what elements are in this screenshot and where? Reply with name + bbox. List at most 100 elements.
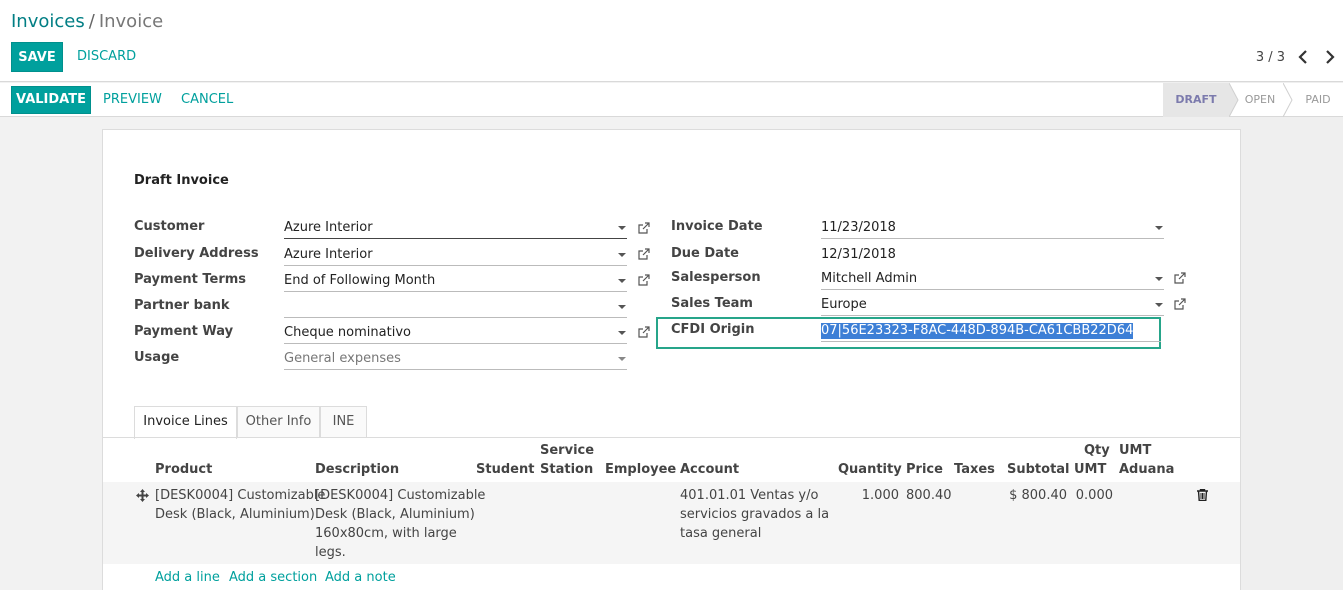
cell-product-line: [DESK0004] Customizable bbox=[155, 488, 326, 503]
breadcrumb: Invoices / Invoice bbox=[11, 11, 163, 32]
col-umt-aduana-header-line1[interactable]: UMT bbox=[1119, 441, 1151, 460]
cell-price: 800.40 bbox=[906, 488, 952, 503]
usage-label: Usage bbox=[134, 350, 180, 365]
payment-terms-field[interactable]: End of Following Month bbox=[284, 271, 627, 292]
col-employee-header[interactable]: Employee bbox=[605, 460, 676, 479]
tab-invoice-lines[interactable]: Invoice Lines bbox=[134, 406, 237, 439]
invoice-sheet: Draft Invoice Customer Azure Interior De… bbox=[102, 129, 1241, 590]
col-qty-umt-header-line2[interactable]: UMT bbox=[1074, 460, 1106, 479]
chevron-down-icon[interactable] bbox=[1155, 303, 1163, 307]
col-description-header[interactable]: Description bbox=[315, 460, 399, 479]
col-service-station-header-line2[interactable]: Station bbox=[540, 460, 593, 479]
chevron-down-icon[interactable] bbox=[618, 279, 626, 283]
chevron-down-icon[interactable] bbox=[618, 331, 626, 335]
stage-arrow-icon bbox=[1229, 83, 1239, 117]
tab-ine[interactable]: INE bbox=[320, 406, 367, 438]
partner-bank-field[interactable] bbox=[284, 297, 627, 318]
col-subtotal-header[interactable]: Subtotal bbox=[1007, 460, 1070, 479]
trash-icon[interactable] bbox=[1197, 489, 1208, 501]
delivery-address-value: Azure Interior bbox=[284, 247, 373, 262]
payment-way-field[interactable]: Cheque nominativo bbox=[284, 323, 627, 344]
cell-qty-umt: 0.000 bbox=[1075, 488, 1113, 503]
invoice-date-label: Invoice Date bbox=[671, 219, 763, 234]
cell-product: [DESK0004] Customizable Desk (Black, Alu… bbox=[155, 486, 325, 524]
col-account-header[interactable]: Account bbox=[680, 460, 739, 479]
cell-quantity: 1.000 bbox=[861, 488, 899, 503]
external-link-icon[interactable] bbox=[1174, 298, 1186, 310]
external-link-icon[interactable] bbox=[638, 248, 650, 260]
salesperson-field[interactable]: Mitchell Admin bbox=[821, 269, 1164, 290]
breadcrumb-separator: / bbox=[88, 11, 95, 32]
chevron-down-icon[interactable] bbox=[618, 226, 626, 230]
add-note-link[interactable]: Add a note bbox=[325, 570, 396, 585]
tab-divider bbox=[103, 437, 1240, 438]
customer-label: Customer bbox=[134, 219, 205, 234]
stage-arrow-icon bbox=[1283, 83, 1293, 117]
control-panel: Invoices / Invoice SAVE DISCARD 3 / 3 bbox=[0, 0, 1343, 82]
chevron-left-icon[interactable] bbox=[1295, 47, 1311, 67]
chevron-down-icon[interactable] bbox=[1155, 277, 1163, 281]
due-date-value: 12/31/2018 bbox=[821, 247, 896, 262]
cell-description: [DESK0004] Customizable Desk (Black, Alu… bbox=[315, 486, 485, 562]
pager-value[interactable]: 3 / 3 bbox=[1256, 50, 1285, 65]
cell-description-line: legs. bbox=[315, 545, 346, 560]
partner-bank-label: Partner bank bbox=[134, 298, 230, 313]
cfdi-origin-label: CFDI Origin bbox=[671, 322, 755, 337]
delivery-address-field[interactable]: Azure Interior bbox=[284, 245, 627, 266]
customer-field[interactable]: Azure Interior bbox=[284, 218, 627, 239]
preview-button[interactable]: PREVIEW bbox=[103, 85, 162, 115]
customer-value: Azure Interior bbox=[284, 220, 373, 235]
breadcrumb-invoices-link[interactable]: Invoices bbox=[11, 11, 85, 32]
add-line-link[interactable]: Add a line bbox=[155, 570, 220, 585]
payment-terms-value: End of Following Month bbox=[284, 273, 436, 288]
invoice-date-field[interactable]: 11/23/2018 bbox=[821, 218, 1164, 239]
stage-paid[interactable]: PAID bbox=[1298, 83, 1338, 117]
col-product-header[interactable]: Product bbox=[155, 460, 212, 479]
page-title: Draft Invoice bbox=[134, 173, 229, 188]
external-link-icon[interactable] bbox=[1174, 272, 1186, 284]
external-link-icon[interactable] bbox=[638, 274, 650, 286]
col-qty-umt-header-line1[interactable]: Qty bbox=[1084, 441, 1110, 460]
cfdi-origin-value[interactable]: 07|56E23323-F8AC-448D-894B-CA61CBB22D64 bbox=[821, 323, 1134, 339]
delivery-address-label: Delivery Address bbox=[134, 246, 259, 261]
add-section-link[interactable]: Add a section bbox=[229, 570, 317, 585]
cancel-button[interactable]: CANCEL bbox=[181, 85, 233, 115]
payment-way-label: Payment Way bbox=[134, 324, 234, 339]
chevron-down-icon[interactable] bbox=[618, 357, 626, 361]
payment-terms-label: Payment Terms bbox=[134, 272, 247, 287]
external-link-icon[interactable] bbox=[638, 222, 650, 234]
sales-team-field[interactable]: Europe bbox=[821, 295, 1164, 316]
cell-subtotal: $ 800.40 bbox=[1009, 488, 1067, 503]
chevron-right-icon[interactable] bbox=[1322, 47, 1338, 67]
discard-button[interactable]: DISCARD bbox=[77, 42, 136, 72]
salesperson-value: Mitchell Admin bbox=[821, 271, 918, 286]
chevron-down-icon[interactable] bbox=[618, 305, 626, 309]
chevron-down-icon[interactable] bbox=[1155, 226, 1163, 230]
cell-product-line: Desk (Black, Aluminium) bbox=[155, 507, 315, 522]
drag-handle-icon[interactable] bbox=[136, 489, 149, 502]
col-umt-aduana-header-line2[interactable]: Aduana bbox=[1119, 460, 1174, 479]
validate-button[interactable]: VALIDATE bbox=[11, 86, 91, 114]
tab-other-info[interactable]: Other Info bbox=[237, 406, 320, 438]
stage-draft: DRAFT bbox=[1163, 83, 1229, 117]
cell-description-line: Desk (Black, Aluminium) bbox=[315, 507, 475, 522]
col-price-header[interactable]: Price bbox=[906, 460, 943, 479]
breadcrumb-current: Invoice bbox=[98, 11, 164, 32]
salesperson-label: Salesperson bbox=[671, 270, 761, 285]
save-button[interactable]: SAVE bbox=[11, 42, 63, 72]
external-link-icon[interactable] bbox=[638, 326, 650, 338]
cell-account-line: 401.01.01 Ventas y/o bbox=[680, 488, 819, 503]
chevron-down-icon[interactable] bbox=[618, 253, 626, 257]
due-date-field[interactable]: 12/31/2018 bbox=[821, 245, 1164, 266]
usage-value: General expenses bbox=[284, 351, 401, 366]
col-taxes-header[interactable]: Taxes bbox=[954, 460, 995, 479]
usage-field[interactable]: General expenses bbox=[284, 349, 627, 370]
cell-description-line: [DESK0004] Customizable bbox=[315, 488, 486, 503]
cell-account: 401.01.01 Ventas y/o servicios gravados … bbox=[680, 486, 829, 543]
col-service-station-header-line1[interactable]: Service bbox=[540, 441, 594, 460]
col-student-header[interactable]: Student bbox=[476, 460, 534, 479]
payment-way-value: Cheque nominativo bbox=[284, 325, 411, 340]
col-quantity-header[interactable]: Quantity bbox=[838, 460, 902, 479]
stage-open[interactable]: OPEN bbox=[1239, 83, 1281, 117]
cell-account-line: tasa general bbox=[680, 526, 762, 541]
